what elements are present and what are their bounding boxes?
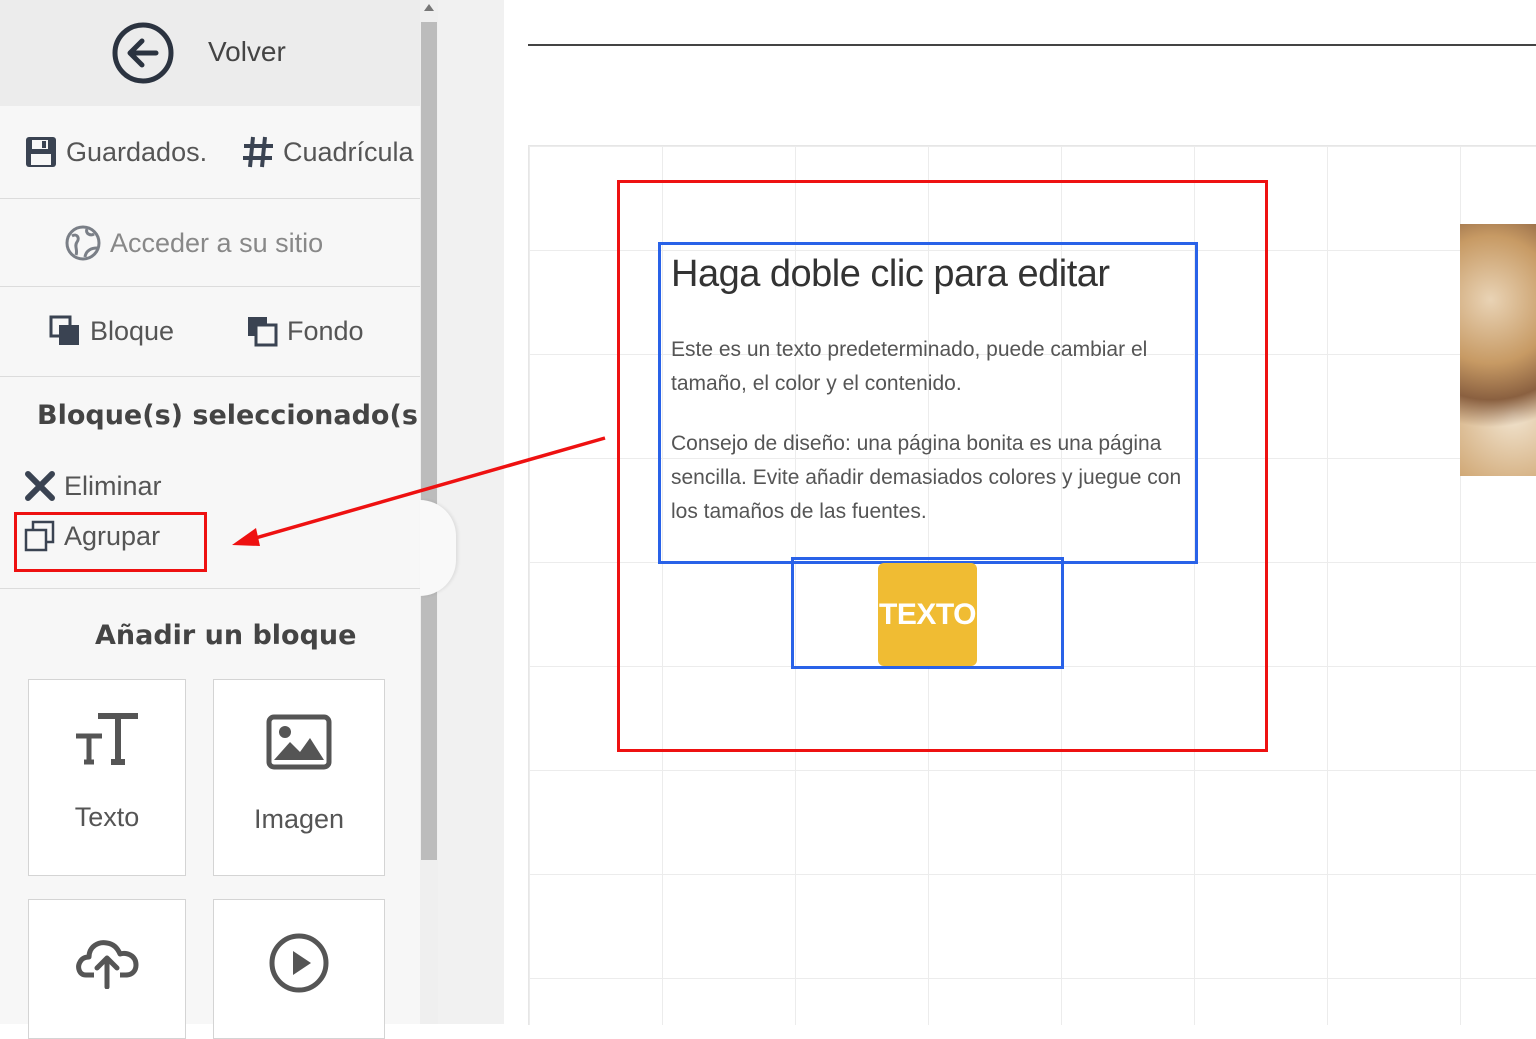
- grid-toggle-button[interactable]: Cuadrícula: [241, 135, 414, 169]
- back-label: Volver: [208, 36, 286, 67]
- upload-cloud-icon: [76, 940, 139, 989]
- play-circle-icon: [269, 933, 329, 993]
- background-label: Fondo: [287, 315, 364, 346]
- delete-label: Eliminar: [64, 470, 162, 501]
- scroll-thumb[interactable]: [421, 22, 437, 860]
- layers-block-icon: [49, 315, 79, 345]
- page-section-divider: [528, 44, 1536, 46]
- add-image-block-tile[interactable]: Imagen: [213, 679, 385, 876]
- editor-sidebar: Volver Guardados. Cuadrícula Acceder a s…: [0, 0, 430, 1039]
- site-access-button[interactable]: Acceder a su sitio: [64, 224, 323, 262]
- text-size-icon: [76, 713, 138, 765]
- globe-icon: [65, 225, 101, 261]
- texto-button[interactable]: TEXTO: [878, 563, 977, 666]
- delete-button[interactable]: Eliminar: [24, 470, 162, 502]
- tile-label-text: Texto: [74, 802, 140, 832]
- add-video-block-tile[interactable]: [213, 899, 385, 1039]
- layers-background-icon: [248, 317, 278, 347]
- site-access-label: Acceder a su sitio: [110, 227, 324, 258]
- text-block-paragraph-2: Consejo de diseño: una página bonita es …: [671, 432, 1182, 523]
- add-block-title: Añadir un bloque: [95, 620, 357, 651]
- selected-blocks-section: Bloque(s) seleccionado(s) Eliminar Agrup…: [0, 376, 430, 589]
- add-text-block-tile[interactable]: Texto: [28, 679, 186, 876]
- text-block-heading: Haga doble clic para editar: [671, 253, 1110, 295]
- block-button[interactable]: Bloque: [48, 314, 174, 348]
- back-arrow-icon: [112, 22, 174, 84]
- saved-button[interactable]: Guardados.: [24, 135, 207, 169]
- site-access-row: Acceder a su sitio: [0, 198, 420, 287]
- close-x-icon: [25, 471, 55, 501]
- tile-label-image: Imagen: [253, 804, 345, 834]
- back-row: Volver: [0, 0, 420, 106]
- floppy-disk-icon: [26, 137, 56, 167]
- group-copy-icon: [24, 520, 55, 552]
- group-button[interactable]: Agrupar: [24, 520, 160, 552]
- image-icon: [266, 714, 332, 770]
- sidebar-gutter: [438, 0, 504, 1024]
- background-button[interactable]: Fondo: [245, 314, 364, 348]
- group-label: Agrupar: [64, 520, 161, 551]
- saved-label: Guardados.: [66, 136, 208, 167]
- scroll-up-arrow-icon[interactable]: [424, 4, 434, 11]
- canvas-photo-image[interactable]: [1460, 224, 1536, 476]
- block-background-row: Bloque Fondo: [0, 286, 420, 377]
- selected-blocks-title: Bloque(s) seleccionado(s): [37, 400, 431, 431]
- selected-text-block[interactable]: Haga doble clic para editar Este es un t…: [658, 242, 1198, 564]
- block-label: Bloque: [90, 315, 175, 346]
- selected-button-block[interactable]: TEXTO: [791, 557, 1064, 669]
- save-grid-row: Guardados. Cuadrícula: [0, 106, 420, 199]
- text-block-paragraph-1: Este es un texto predeterminado, puede c…: [671, 338, 1148, 395]
- grid-label: Cuadrícula: [283, 136, 414, 167]
- hash-grid-icon: [243, 136, 273, 168]
- add-upload-block-tile[interactable]: [28, 899, 186, 1039]
- back-button[interactable]: Volver: [110, 20, 350, 86]
